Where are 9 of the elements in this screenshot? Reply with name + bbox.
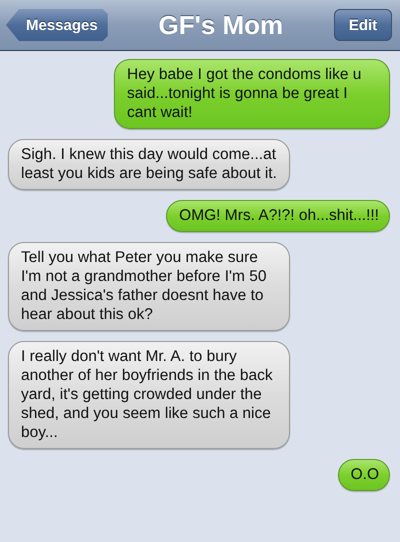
sent-message-bubble: O.O <box>338 459 390 491</box>
back-button[interactable]: Messages <box>6 9 108 41</box>
edit-button[interactable]: Edit <box>334 9 392 41</box>
sent-message-bubble: Hey babe I got the condoms like u said...tonight is gonna be great I cant wait! <box>114 59 390 129</box>
received-message-bubble: I really don't want Mr. A. to bury another of her boyfriends in the back yard, it's getting crowded under the shed, and you seem like such a nice boy... <box>8 341 290 449</box>
conversation-title: GF's Mom <box>158 10 284 40</box>
received-message-bubble: Sigh. I knew this day would come...at least you kids are being safe about it. <box>8 139 290 190</box>
received-message-bubble: Tell you what Peter you make sure I'm not a grandmother before I'm 50 and Jessica's father doesnt have to hear about this ok? <box>8 242 290 331</box>
sent-message-bubble: OMG! Mrs. A?!?! oh...shit...!!! <box>166 200 390 232</box>
